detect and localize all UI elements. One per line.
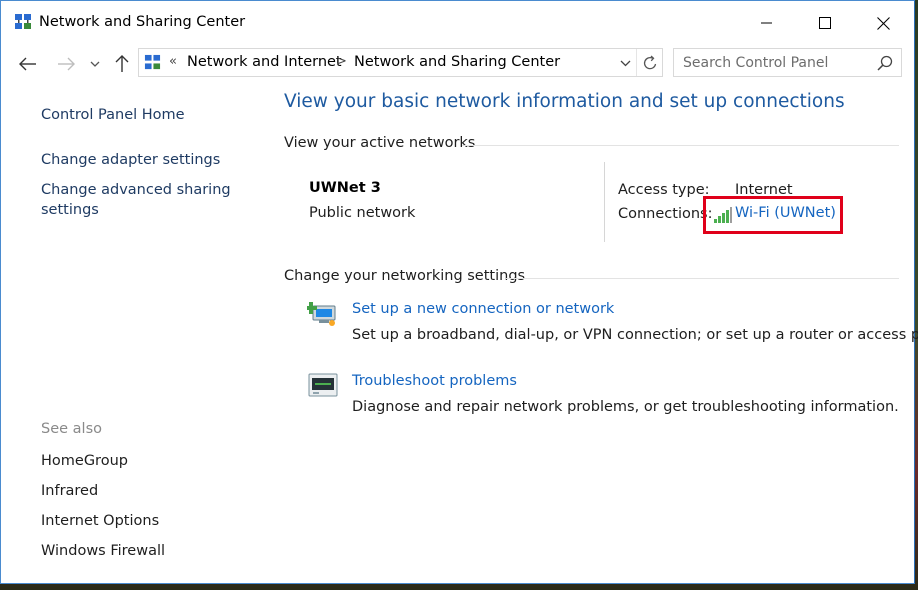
maximize-icon xyxy=(819,17,831,29)
change-adapter-settings-link[interactable]: Change adapter settings xyxy=(41,150,220,170)
wifi-signal-icon xyxy=(714,207,732,223)
close-icon xyxy=(876,16,890,30)
section-divider xyxy=(506,278,899,279)
recent-locations-button[interactable] xyxy=(85,51,105,77)
connections-label: Connections: xyxy=(618,206,713,222)
new-connection-icon xyxy=(307,302,336,326)
up-button[interactable] xyxy=(109,51,135,77)
breadcrumb-separator[interactable]: > xyxy=(336,54,347,69)
page-title: View your basic network information and … xyxy=(284,91,845,112)
forward-button[interactable] xyxy=(53,51,79,77)
control-panel-icon xyxy=(144,54,161,70)
windows-firewall-link[interactable]: Windows Firewall xyxy=(41,541,165,561)
address-dropdown-button[interactable] xyxy=(616,53,634,73)
window-title: Network and Sharing Center xyxy=(39,14,246,30)
arrow-right-icon xyxy=(58,57,75,71)
access-type-label: Access type: xyxy=(618,182,710,198)
address-bar[interactable]: « Network and Internet > Network and Sha… xyxy=(138,48,663,77)
network-center-icon xyxy=(15,14,31,29)
infrared-link[interactable]: Infrared xyxy=(41,481,98,501)
homegroup-link[interactable]: HomeGroup xyxy=(41,451,128,471)
network-type-link[interactable]: Public network xyxy=(309,205,415,221)
search-input[interactable]: Search Control Panel xyxy=(683,55,828,71)
chevron-down-icon xyxy=(90,61,100,67)
active-networks-heading: View your active networks xyxy=(284,135,476,151)
breadcrumb-network-and-internet[interactable]: Network and Internet xyxy=(187,54,342,70)
arrow-left-icon xyxy=(19,57,36,71)
connection-highlight-box: Wi-Fi (UWNet) xyxy=(703,196,843,234)
search-icon[interactable] xyxy=(877,55,893,71)
troubleshoot-link[interactable]: Troubleshoot problems xyxy=(352,373,517,389)
chevron-down-icon xyxy=(620,60,630,66)
close-button[interactable] xyxy=(854,1,912,45)
see-also-heading: See also xyxy=(41,421,102,437)
change-advanced-sharing-link[interactable]: Change advanced sharing settings xyxy=(41,180,241,220)
section-divider xyxy=(462,145,899,146)
back-button[interactable] xyxy=(15,51,41,77)
control-panel-home-link[interactable]: Control Panel Home xyxy=(41,105,185,125)
network-divider xyxy=(604,162,605,242)
wifi-connection-link[interactable]: Wi-Fi (UWNet) xyxy=(735,205,836,221)
minimize-icon xyxy=(761,22,772,24)
network-name: UWNet 3 xyxy=(309,180,381,196)
arrow-up-icon xyxy=(115,55,129,72)
setup-connection-description: Set up a broadband, dial-up, or VPN conn… xyxy=(352,327,918,343)
setup-connection-link[interactable]: Set up a new connection or network xyxy=(352,301,614,317)
breadcrumb-overflow[interactable]: « xyxy=(169,54,177,69)
troubleshoot-description: Diagnose and repair network problems, or… xyxy=(352,399,899,415)
change-settings-heading: Change your networking settings xyxy=(284,268,526,284)
refresh-button[interactable] xyxy=(636,49,663,76)
troubleshoot-icon xyxy=(308,373,338,397)
refresh-icon xyxy=(643,55,656,69)
network-sharing-center-window: Network and Sharing Center « Network and… xyxy=(0,0,918,584)
breadcrumb-network-sharing-center[interactable]: Network and Sharing Center xyxy=(354,54,560,70)
title-bar[interactable]: Network and Sharing Center xyxy=(1,1,914,45)
internet-options-link[interactable]: Internet Options xyxy=(41,511,159,531)
maximize-button[interactable] xyxy=(796,1,854,45)
search-box[interactable]: Search Control Panel xyxy=(673,48,902,77)
minimize-button[interactable] xyxy=(738,1,796,45)
